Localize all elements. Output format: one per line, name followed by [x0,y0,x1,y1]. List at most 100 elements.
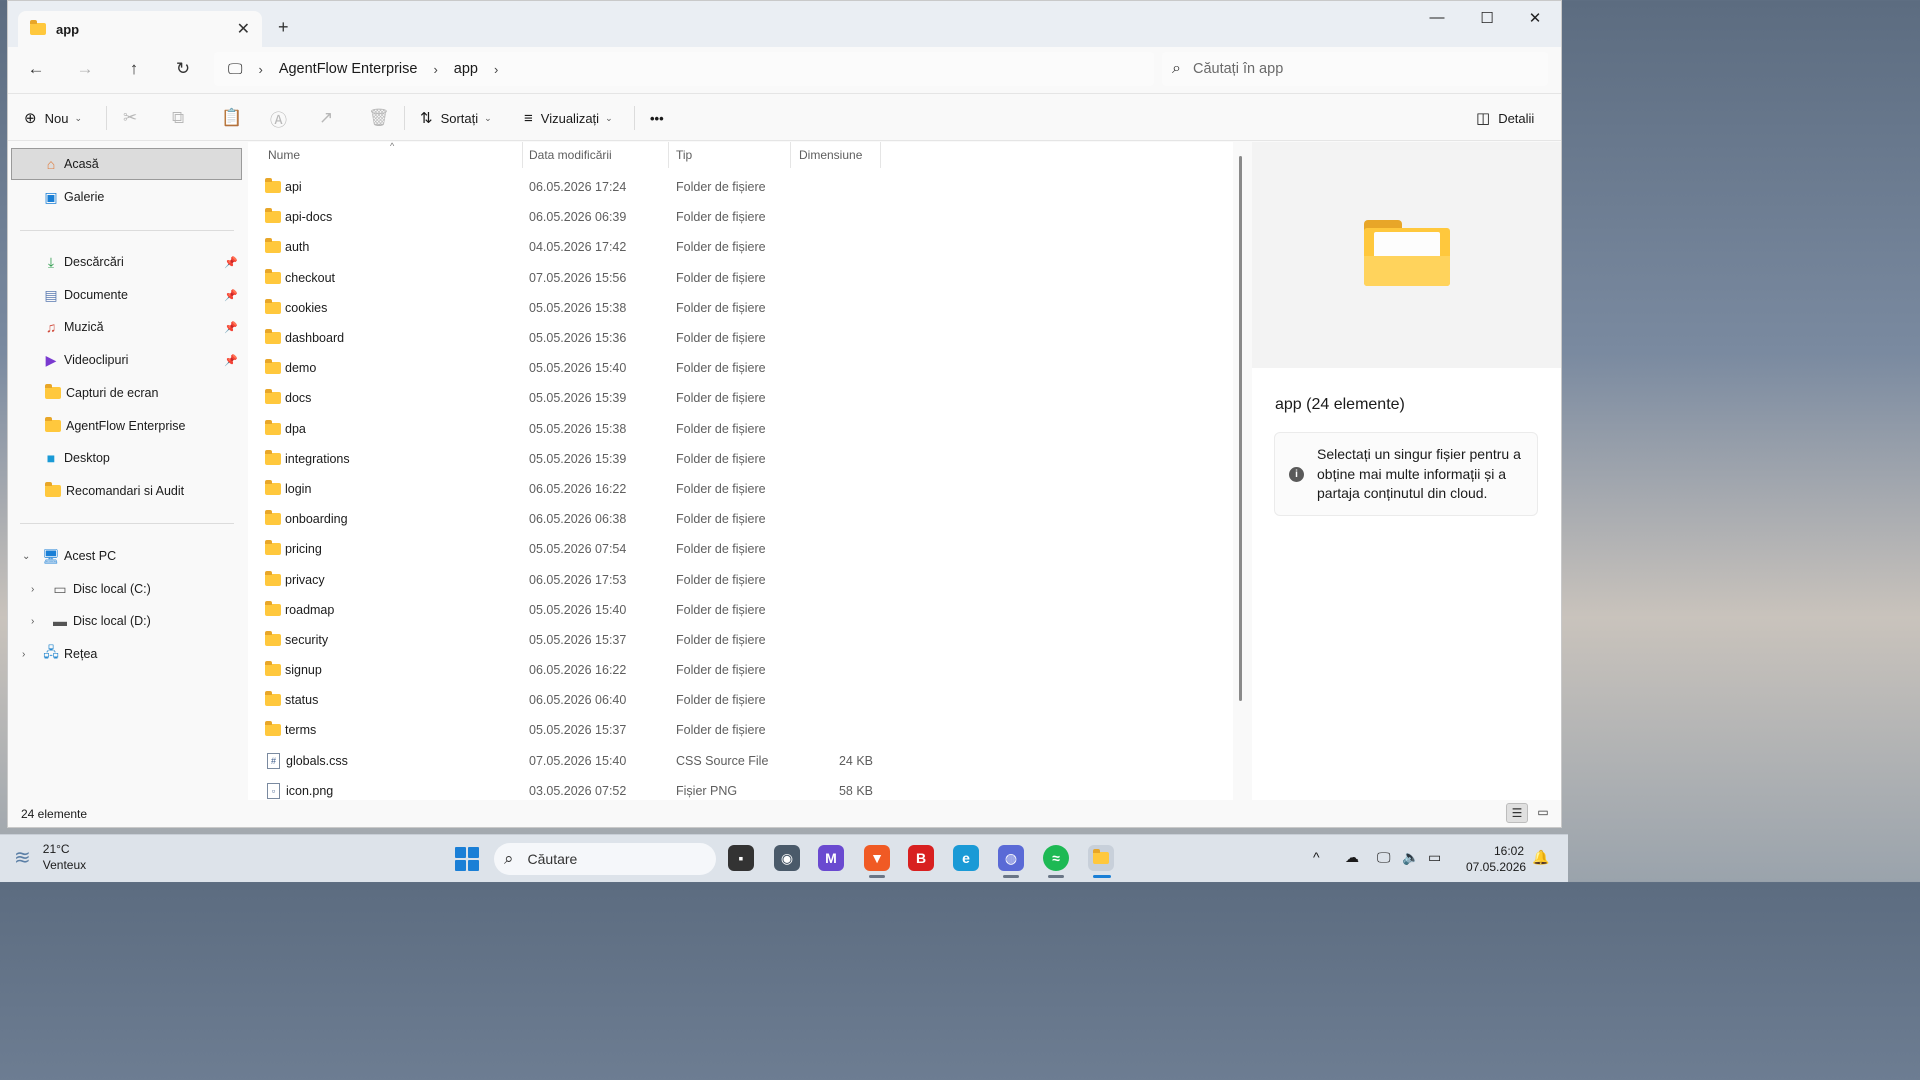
sidebar-item-this-pc[interactable]: ⌄ 🖥 Acest PC [11,540,242,572]
column-header-size[interactable]: Dimensiune [799,142,881,168]
sidebar-item-network[interactable]: › 🖧 Rețea [11,638,242,670]
spotify-icon[interactable]: ≈ [1043,845,1069,871]
table-row[interactable]: # globals.css 07.05.2026 15:40 CSS Source F… [248,746,1233,776]
forward-arrow-icon[interactable]: → [73,59,97,79]
share-icon[interactable]: ↗ [319,94,333,142]
sidebar-item-home[interactable]: ⌂ Acasă [11,148,242,180]
sidebar-item-agentflow[interactable]: AgentFlow Enterprise [11,410,242,442]
table-row[interactable]: cookies 05.05.2026 15:38 Folder de fișiere [248,293,1233,323]
network-status-icon[interactable]: 🖵 [1377,849,1391,866]
sidebar-item-desktop[interactable]: ■ Desktop [11,442,242,474]
sidebar-item-gallery[interactable]: ▣ Galerie [11,181,242,213]
more-options-button[interactable]: ••• [650,94,664,142]
table-row[interactable]: login 06.05.2026 16:22 Folder de fișiere [248,474,1233,504]
notification-icon[interactable]: 🔔 [1532,849,1549,866]
table-row[interactable]: api 06.05.2026 17:24 Folder de fișiere [248,172,1233,202]
edge-browser-icon[interactable]: e [953,845,979,871]
cut-icon[interactable]: ✂ [123,94,137,142]
task-view-icon[interactable]: ▪ [728,845,754,871]
chevron-right-icon[interactable]: › [433,62,437,77]
refresh-icon[interactable]: ↻ [171,59,195,79]
chevron-down-icon[interactable]: ⌄ [22,551,30,562]
file-type: Folder de fișiere [676,481,766,496]
table-row[interactable]: onboarding 06.05.2026 06:38 Folder de fiși… [248,504,1233,534]
table-row[interactable]: status 06.05.2026 06:40 Folder de fișiere [248,685,1233,715]
breadcrumb-agentflow[interactable]: AgentFlow Enterprise [279,61,418,77]
sort-button[interactable]: ⇅ Sortați ⌄ [420,94,492,142]
tiles-view-icon[interactable]: ▭ [1532,803,1554,823]
start-button[interactable] [455,847,479,871]
pin-icon[interactable]: 📌 [224,256,238,269]
search-input[interactable]: ⌕ Căutați în app [1162,52,1548,86]
file-explorer-taskbar-icon[interactable] [1088,845,1114,871]
table-row[interactable]: dashboard 05.05.2026 15:36 Folder de fișie… [248,323,1233,353]
back-arrow-icon[interactable]: ← [24,59,48,79]
chevron-right-icon[interactable]: › [494,62,498,77]
volume-icon[interactable]: 🔈 [1402,849,1419,866]
table-row[interactable]: auth 04.05.2026 17:42 Folder de fișiere [248,232,1233,262]
up-arrow-icon[interactable]: ↑ [122,59,146,79]
address-bar[interactable]: 🖵 › AgentFlow Enterprise › app › [214,52,1154,86]
table-row[interactable]: demo 05.05.2026 15:40 Folder de fișiere [248,353,1233,383]
file-date: 05.05.2026 15:38 [529,421,627,436]
table-row[interactable]: docs 05.05.2026 15:39 Folder de fișiere [248,383,1233,413]
mail-icon[interactable]: M [818,845,844,871]
sidebar-item-screenshots[interactable]: Capturi de ecran [11,377,242,409]
sidebar-item-music[interactable]: ♫ Muzică 📌 [11,311,242,343]
table-row[interactable]: privacy 06.05.2026 17:53 Folder de fișiere [248,564,1233,594]
copy-icon[interactable]: ⧉ [172,94,184,142]
pin-icon[interactable]: 📌 [224,354,238,367]
b-app-icon[interactable]: B [908,845,934,871]
weather-widget[interactable]: ≋ 21°C Venteux [14,841,86,873]
minimize-button[interactable]: — [1422,9,1452,26]
close-tab-icon[interactable]: ✕ [237,19,250,39]
table-row[interactable]: signup 06.05.2026 16:22 Folder de fișiere [248,655,1233,685]
camera-icon[interactable]: ◉ [774,845,800,871]
chevron-right-icon[interactable]: › [31,616,34,627]
table-row[interactable]: integrations 05.05.2026 15:39 Folder de fi… [248,444,1233,474]
table-row[interactable]: terms 05.05.2026 15:37 Folder de fișiere [248,715,1233,745]
chevron-right-icon[interactable]: › [31,584,34,595]
new-tab-button[interactable]: + [278,17,289,38]
table-row[interactable]: roadmap 05.05.2026 15:40 Folder de fișiere [248,595,1233,625]
maximize-button[interactable]: ☐ [1472,9,1502,27]
table-row[interactable]: api-docs 06.05.2026 06:39 Folder de fișier… [248,202,1233,232]
table-row[interactable]: checkout 07.05.2026 15:56 Folder de fișier… [248,263,1233,293]
sidebar-item-downloads[interactable]: ⤓ Descărcări 📌 [11,246,242,278]
clock[interactable]: 16:02 07.05.2026 [1466,843,1526,875]
column-header-date[interactable]: Data modificării [529,142,669,168]
chat-app-icon[interactable]: ◍ [998,845,1024,871]
chevron-right-icon[interactable]: › [22,649,25,660]
sidebar-item-disk-d[interactable]: › ▬ Disc local (D:) [11,605,242,637]
sidebar-item-documents[interactable]: ▤ Documente 📌 [11,279,242,311]
file-type: Folder de fișiere [676,572,766,587]
sidebar-item-disk-c[interactable]: › ▭ Disc local (C:) [11,573,242,605]
rename-icon[interactable]: Ⓐ [270,94,287,142]
battery-icon[interactable]: ▭ [1428,849,1441,866]
scrollbar[interactable] [1239,156,1242,701]
breadcrumb-app[interactable]: app [454,61,478,77]
column-header-name[interactable]: Nume ^ [268,141,523,168]
table-row[interactable]: dpa 05.05.2026 15:38 Folder de fișiere [248,414,1233,444]
sidebar-item-recommendations[interactable]: Recomandari si Audit [11,475,242,507]
sidebar-item-videos[interactable]: ▶ Videoclipuri 📌 [11,344,242,376]
details-view-icon[interactable]: ☰ [1506,803,1528,823]
file-name-cell: pricing [265,540,322,556]
chevron-right-icon[interactable]: › [258,62,262,77]
column-header-type[interactable]: Tip [676,142,791,168]
taskbar-search[interactable]: ⌕ Căutare [494,843,716,875]
new-button[interactable]: ⊕ Nou ⌄ [24,94,82,142]
pin-icon[interactable]: 📌 [224,289,238,302]
cloud-off-icon[interactable]: ☁ [1345,849,1359,866]
table-row[interactable]: security 05.05.2026 15:37 Folder de fișier… [248,625,1233,655]
view-button[interactable]: ≡ Vizualizați ⌄ [524,94,613,142]
details-button[interactable]: ◫ Detalii [1476,94,1534,142]
tab-app[interactable]: app ✕ [18,11,262,47]
table-row[interactable]: pricing 05.05.2026 07:54 Folder de fișiere [248,534,1233,564]
close-window-button[interactable]: ✕ [1520,9,1550,27]
paste-icon[interactable]: 📋 [221,94,242,142]
pin-icon[interactable]: 📌 [224,321,238,334]
chevron-up-icon[interactable]: ^ [1313,849,1320,865]
brave-browser-icon[interactable]: ▼ [864,845,890,871]
delete-icon[interactable]: 🗑 [368,94,390,142]
